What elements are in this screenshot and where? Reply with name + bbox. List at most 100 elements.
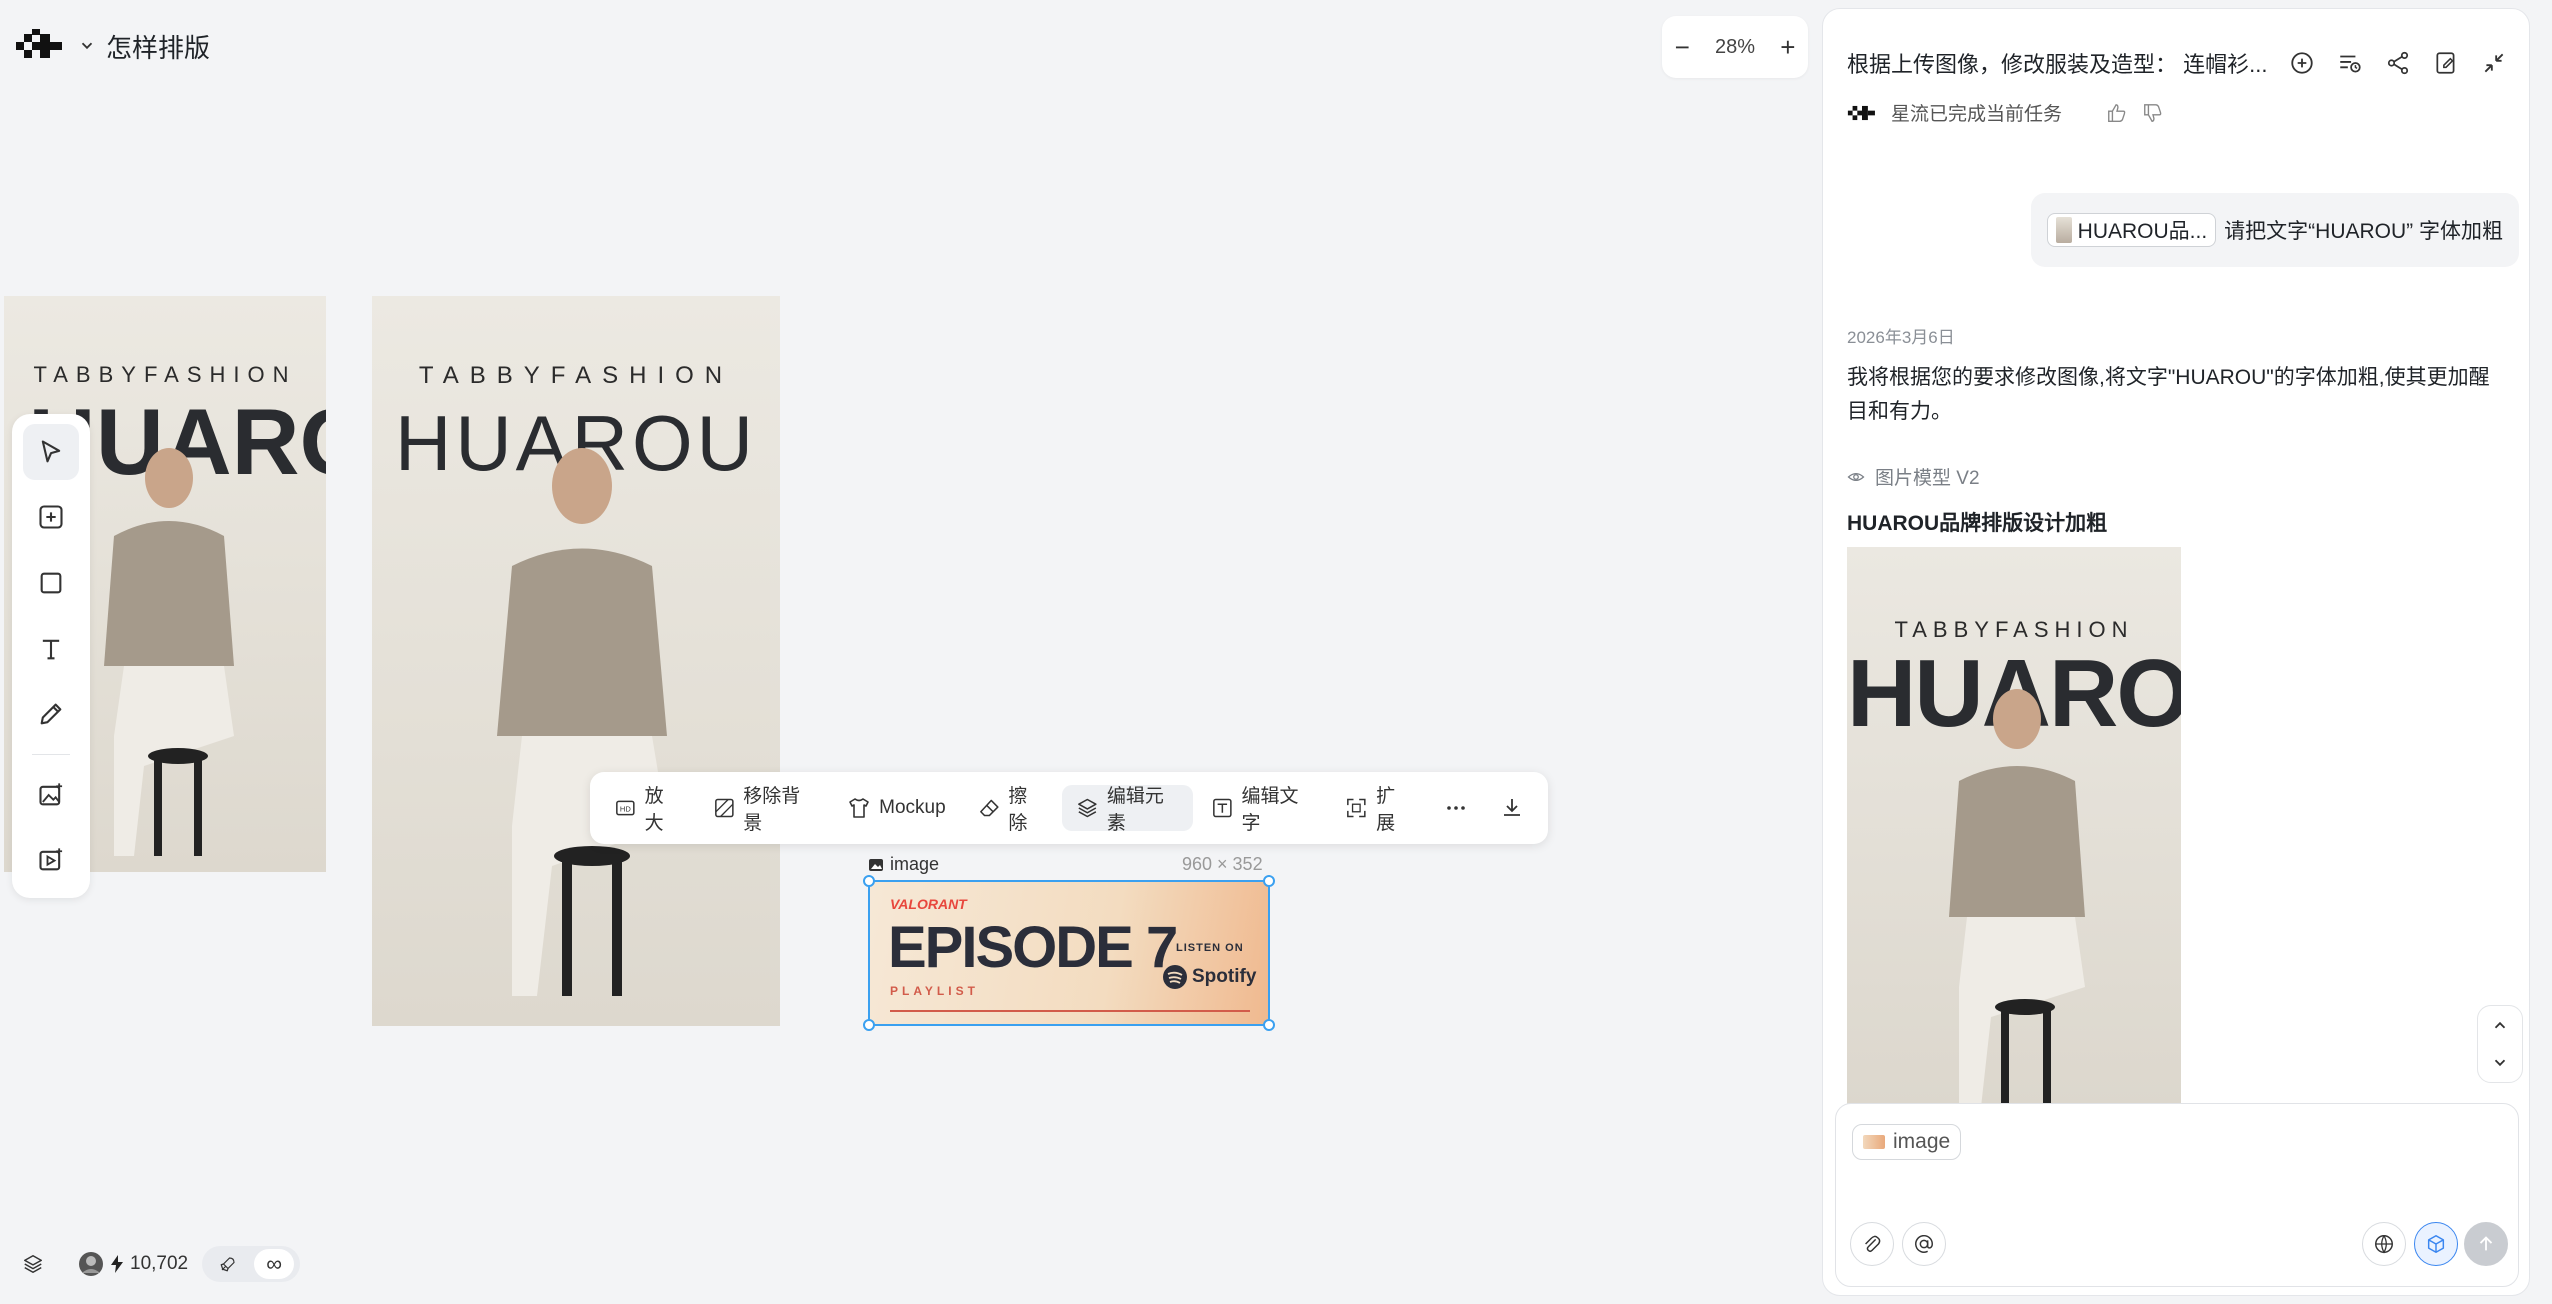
layers-icon[interactable] — [22, 1253, 44, 1275]
text-icon — [42, 639, 60, 659]
selection-label: image — [868, 854, 939, 875]
collapse-icon[interactable] — [2481, 50, 2507, 76]
more-button[interactable] — [1430, 785, 1482, 831]
image-icon — [869, 858, 883, 871]
credits-count: 10,702 — [130, 1253, 189, 1274]
selection-dimensions: 960 × 352 — [1182, 854, 1263, 874]
zoom-in-button[interactable]: + — [1780, 32, 1795, 63]
image-sparkle-icon — [39, 783, 63, 806]
cursor-icon — [41, 440, 61, 463]
chat-input-box[interactable]: image — [1835, 1103, 2519, 1287]
chat-title[interactable]: 根据上传图像，修改服装及造型： 连帽衫... — [1847, 47, 2267, 79]
plus-square-icon — [39, 505, 63, 529]
zoom-control: − 28% + — [1662, 16, 1808, 78]
chip-label: HUAROU品... — [2077, 220, 2208, 243]
rectangle-tool[interactable] — [23, 555, 79, 611]
tool-palette — [12, 414, 90, 898]
expand-label: 扩展 — [1376, 786, 1396, 834]
eye-icon — [1847, 472, 1865, 481]
canvas[interactable]: 怎样排版 − 28% + TABBYFASHION HUAROU TABBYFA… — [0, 0, 1822, 1304]
attached-image-chip[interactable]: HUAROU品... — [2046, 213, 2217, 247]
user-message: HUAROU品... 请把文字“HUAROU” 字体加粗 — [2030, 193, 2519, 267]
add-frame-tool[interactable] — [23, 490, 79, 546]
text-edit-icon — [1212, 798, 1232, 818]
resize-handle-tr[interactable] — [1263, 875, 1275, 887]
episode-title-text: EPISODE 7 — [888, 915, 1178, 980]
download-button[interactable] — [1486, 785, 1538, 831]
mention-button[interactable] — [1902, 1222, 1946, 1266]
thumbs-up-icon[interactable] — [2106, 102, 2128, 124]
pen-tool[interactable] — [23, 686, 79, 742]
model-3d-button[interactable] — [2414, 1222, 2458, 1266]
episode-sub-text: PLAYLIST — [890, 984, 979, 998]
chevron-up-icon[interactable] — [2491, 1016, 2509, 1034]
tool-divider — [32, 753, 70, 755]
input-image-chip[interactable]: image — [1852, 1124, 1962, 1160]
episode-brand-text: VALORANT — [890, 896, 967, 912]
remove-background-button[interactable]: 移除背景 — [699, 785, 830, 834]
download-icon — [1504, 799, 1520, 816]
chevron-down-icon[interactable] — [78, 37, 96, 55]
chevron-down-icon[interactable] — [2491, 1054, 2509, 1072]
app-logo-icon — [1847, 105, 1875, 120]
mockup-label: Mockup — [879, 797, 946, 818]
edit-text-button[interactable]: 编辑文字 — [1197, 785, 1328, 834]
spotify-icon — [1163, 965, 1187, 989]
scroll-controls — [2477, 1005, 2523, 1083]
input-chip-thumbnail — [1863, 1135, 1885, 1149]
resize-handle-tl[interactable] — [863, 875, 875, 887]
edit-elements-button[interactable]: 编辑元素 — [1062, 785, 1193, 834]
globe-icon — [2375, 1235, 2393, 1254]
project-title[interactable]: 怎样排版 — [106, 28, 210, 65]
pencil-icon — [40, 703, 62, 725]
attach-button[interactable] — [1850, 1222, 1894, 1266]
expand-button[interactable]: 扩展 — [1331, 785, 1426, 834]
message-date: 2026年3月6日 — [1847, 328, 1955, 347]
web-search-button[interactable] — [2362, 1222, 2406, 1266]
selection-name: image — [890, 854, 940, 874]
zoom-out-button[interactable]: − — [1675, 32, 1690, 63]
infinity-mode-button[interactable]: ∞ — [254, 1249, 295, 1279]
chat-header: 根据上传图像，修改服装及造型： 连帽衫... — [1847, 35, 2507, 91]
zoom-level[interactable]: 28% — [1715, 36, 1755, 59]
new-chat-icon[interactable] — [2289, 50, 2315, 76]
select-tool[interactable] — [23, 424, 79, 480]
resize-handle-br[interactable] — [1263, 1019, 1275, 1031]
credits-display[interactable]: 10,702 — [78, 1251, 188, 1277]
spotify-text: Spotify — [1192, 966, 1257, 987]
model-figure-icon — [104, 448, 234, 856]
cube-icon — [2427, 1235, 2445, 1253]
send-button[interactable] — [2464, 1222, 2508, 1266]
upscale-button[interactable]: HD 放大 — [600, 785, 695, 834]
task-status-text: 星流已完成当前任务 — [1891, 104, 2063, 125]
model-name: 图片模型 V2 — [1875, 468, 1980, 489]
at-sign-icon — [1915, 1235, 1933, 1253]
paperclip-icon — [1865, 1235, 1881, 1253]
chat-panel: 根据上传图像，修改服装及造型： 连帽衫... 星流已完成当前任务 HUAROU品… — [1822, 8, 2530, 1296]
spotify-badge: Spotify — [1162, 964, 1256, 990]
poster-image-2[interactable]: TABBYFASHION HUAROU — [372, 296, 780, 1026]
share-icon[interactable] — [2385, 50, 2411, 76]
input-chip-label: image — [1893, 1130, 1951, 1153]
rocket-mode-button[interactable] — [208, 1249, 248, 1279]
resize-handle-bl[interactable] — [863, 1019, 875, 1031]
selected-image-episode7[interactable]: VALORANT EPISODE 7 PLAYLIST LISTEN ON Sp… — [863, 875, 1275, 1031]
text-tool[interactable] — [23, 621, 79, 677]
erase-button[interactable]: 擦除 — [964, 785, 1059, 834]
history-icon[interactable] — [2337, 50, 2363, 76]
mockup-button[interactable]: Mockup — [833, 785, 960, 831]
ai-video-tool[interactable] — [23, 832, 79, 888]
app-logo-icon[interactable] — [16, 24, 68, 68]
ai-image-tool[interactable] — [23, 767, 79, 823]
rocket-icon — [220, 1257, 235, 1272]
episode-divider — [890, 1010, 1250, 1012]
bolt-icon — [111, 1255, 123, 1273]
image-action-toolbar: HD 放大 移除背景 Mockup 擦除 编辑元素 编辑文字 扩展 — [590, 772, 1548, 844]
more-horizontal-icon — [1447, 806, 1465, 810]
result-image[interactable]: TABBYFASHION HUAROU — [1847, 547, 2181, 1107]
layers-icon — [1078, 798, 1097, 818]
hd-icon: HD — [616, 800, 635, 816]
notes-icon[interactable] — [2433, 50, 2459, 76]
assistant-reply: 我将根据您的要求修改图像,将文字"HUAROU"的字体加粗,使其更加醒目和有力。 — [1847, 366, 2490, 423]
thumbs-down-icon[interactable] — [2142, 102, 2164, 124]
